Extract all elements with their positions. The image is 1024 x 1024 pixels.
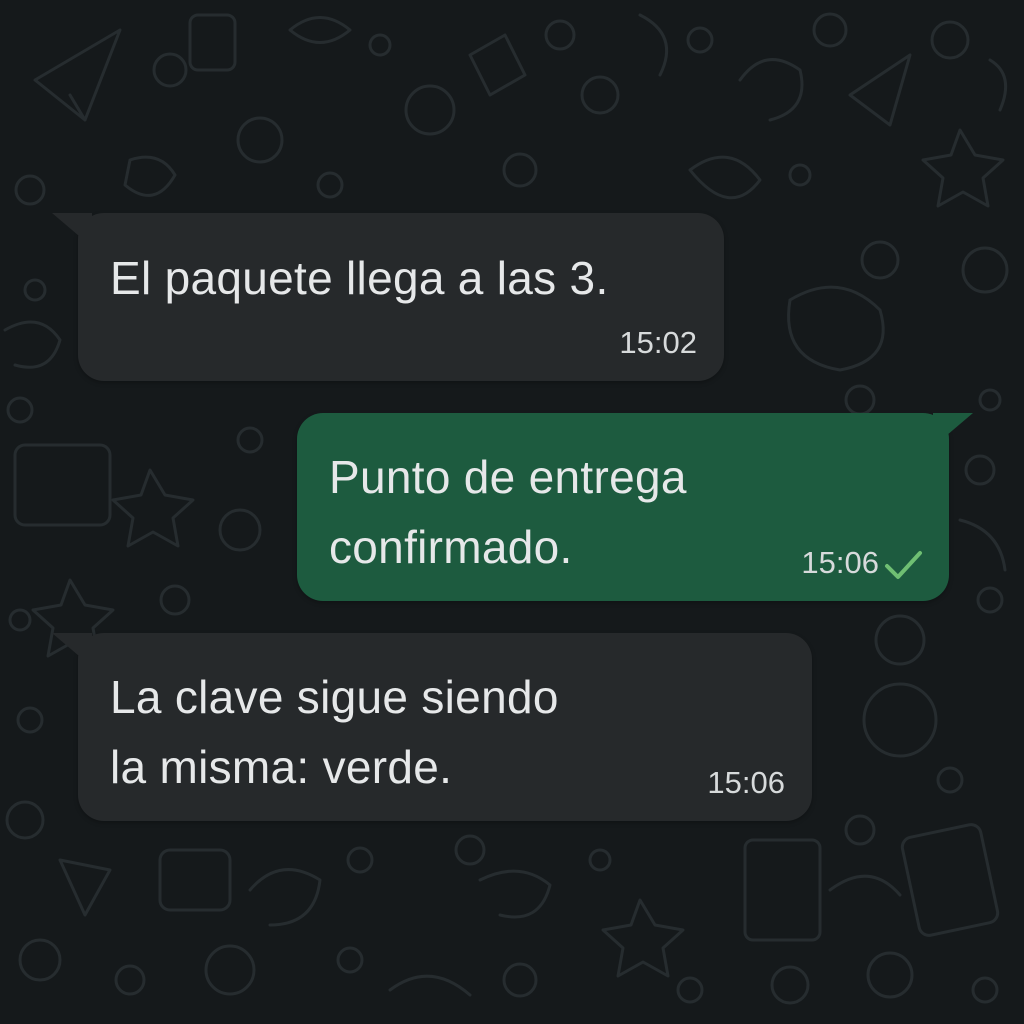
bubble-tail	[933, 413, 973, 447]
bubble-tail	[52, 633, 92, 667]
message-timestamp: 15:02	[619, 325, 697, 360]
message-bubble-outgoing[interactable]: Punto de entrega confirmado. 15:06	[297, 413, 973, 601]
message-text: Punto de entrega confirmado.	[329, 451, 687, 573]
message-text: El paquete llega a las 3.	[110, 252, 609, 304]
chat-message-list: El paquete llega a las 3. 15:02 Punto de…	[0, 0, 1024, 1024]
single-check-icon	[885, 551, 922, 579]
bubble-tail	[52, 213, 92, 247]
message-bubble-incoming[interactable]: La clave sigue siendo la misma: verde. 1…	[52, 633, 812, 821]
message-timestamp: 15:06	[801, 545, 879, 580]
message-text: La clave sigue siendo la misma: verde.	[110, 671, 559, 793]
message-bubble-incoming[interactable]: El paquete llega a las 3. 15:02	[52, 213, 724, 381]
message-timestamp: 15:06	[707, 765, 785, 800]
